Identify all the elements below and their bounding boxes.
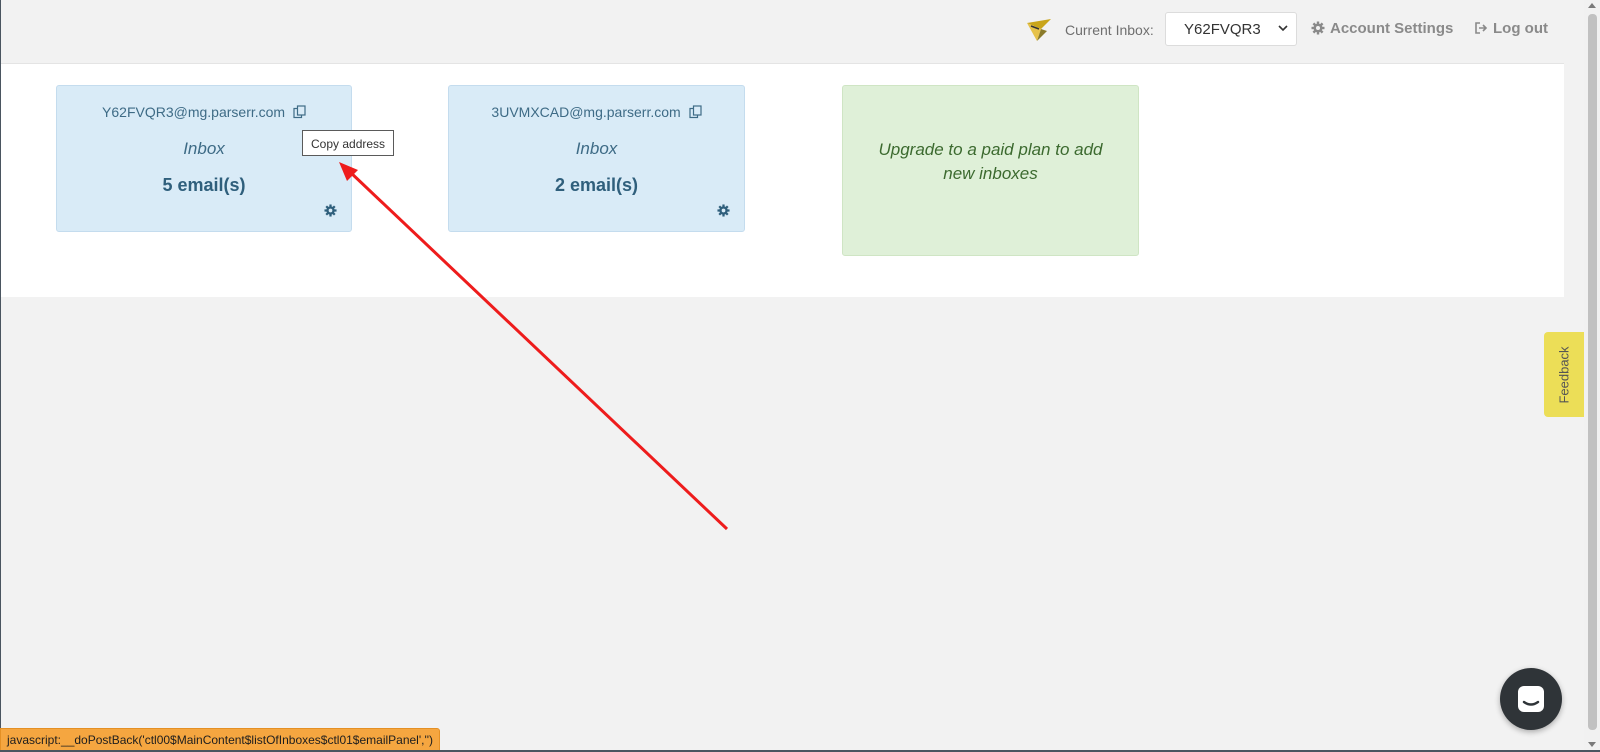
inbox-card[interactable]: 3UVMXCAD@mg.parserr.com Inbox 2 email(s) <box>448 85 745 232</box>
chat-icon <box>1518 686 1544 712</box>
inbox-email-row: Y62FVQR3@mg.parserr.com <box>57 104 351 120</box>
inbox-email-row: 3UVMXCAD@mg.parserr.com <box>449 104 744 120</box>
top-header: Current Inbox: Y62FVQR3 Account Settings… <box>1 0 1564 64</box>
copy-icon[interactable] <box>293 105 306 119</box>
feedback-tab[interactable]: Feedback <box>1544 332 1584 417</box>
current-inbox-label: Current Inbox: <box>1065 22 1154 38</box>
logout-link[interactable]: Log out <box>1474 20 1548 37</box>
feedback-label: Feedback <box>1556 345 1572 404</box>
copy-icon[interactable] <box>688 105 702 119</box>
upgrade-plan-card[interactable]: Upgrade to a paid plan to add new inboxe… <box>842 85 1139 256</box>
inbox-type-label: Inbox <box>575 139 618 158</box>
logout-label: Log out <box>1493 20 1548 37</box>
inbox-card[interactable]: Y62FVQR3@mg.parserr.com Inbox 5 email(s) <box>56 85 352 232</box>
chat-launcher-button[interactable] <box>1500 668 1562 730</box>
scrollbar-thumb[interactable] <box>1588 14 1597 730</box>
gear-icon <box>1311 21 1325 35</box>
inbox-email-count: 2 email(s) <box>554 175 639 195</box>
scroll-down-arrow-icon[interactable] <box>1588 742 1596 747</box>
inbox-list-panel: Y62FVQR3@mg.parserr.com Inbox 5 email(s)… <box>1 64 1564 297</box>
scroll-up-arrow-icon[interactable] <box>1588 3 1596 8</box>
logo-bird-icon[interactable] <box>1025 17 1053 43</box>
browser-status-bar: javascript:__doPostBack('ctl00$MainConte… <box>0 728 441 752</box>
gear-icon[interactable] <box>324 204 337 217</box>
upgrade-plan-text: Upgrade to a paid plan to add new inboxe… <box>878 140 1103 183</box>
account-settings-label: Account Settings <box>1330 20 1454 37</box>
inbox-email-address: Y62FVQR3@mg.parserr.com <box>102 104 286 120</box>
gear-icon[interactable] <box>717 204 730 217</box>
current-inbox-value: Y62FVQR3 <box>1184 21 1261 38</box>
inbox-email-count: 5 email(s) <box>162 175 246 195</box>
vertical-scrollbar[interactable] <box>1584 0 1600 752</box>
inbox-email-address: 3UVMXCAD@mg.parserr.com <box>491 104 681 120</box>
current-inbox-select[interactable]: Y62FVQR3 <box>1165 12 1297 46</box>
account-settings-link[interactable]: Account Settings <box>1311 20 1453 37</box>
logout-icon <box>1475 22 1488 34</box>
chevron-down-icon <box>1278 25 1288 32</box>
copy-address-tooltip: Copy address <box>302 130 395 156</box>
